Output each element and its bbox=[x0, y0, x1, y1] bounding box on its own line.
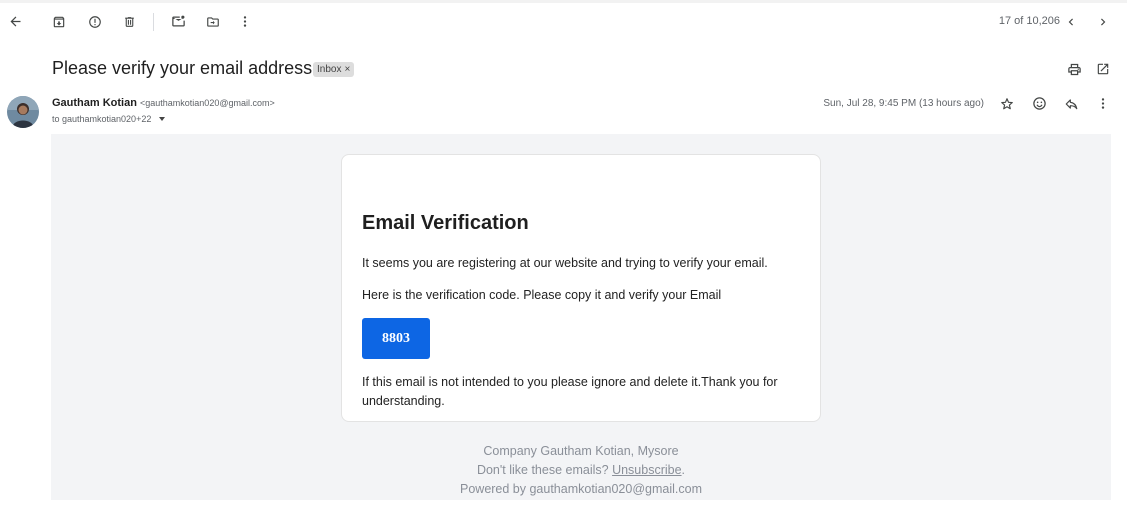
sender-email: <gauthamkotian020@gmail.com> bbox=[140, 98, 275, 108]
recipients-line[interactable]: to gauthamkotian020+22 bbox=[52, 114, 166, 124]
emoji-reaction-icon[interactable] bbox=[1032, 96, 1047, 111]
sender-line: Gautham Kotian <gauthamkotian020@gmail.c… bbox=[52, 97, 275, 109]
sender-name[interactable]: Gautham Kotian bbox=[52, 97, 137, 109]
intro-paragraph: It seems you are registering at our webs… bbox=[362, 256, 768, 270]
footer-unsubscribe-line: Don't like these emails? Unsubscribe. bbox=[51, 461, 1111, 480]
chevron-right-icon[interactable] bbox=[1096, 15, 1110, 29]
footer-powered-by: Powered by gauthamkotian020@gmail.com bbox=[460, 482, 702, 496]
message-more-icon[interactable] bbox=[1096, 96, 1110, 111]
back-arrow-icon[interactable] bbox=[8, 14, 23, 29]
remove-label-icon[interactable]: × bbox=[344, 64, 350, 75]
email-footer: Company Gautham Kotian, Mysore Don't lik… bbox=[51, 442, 1111, 499]
toolbar-divider bbox=[153, 13, 154, 31]
inbox-label-text: Inbox bbox=[317, 64, 342, 75]
verification-card: Email Verification It seems you are regi… bbox=[341, 154, 821, 422]
footer-company: Company Gautham Kotian, Mysore bbox=[483, 444, 679, 458]
report-spam-icon[interactable] bbox=[88, 15, 102, 29]
email-body: Email Verification It seems you are regi… bbox=[51, 134, 1111, 500]
avatar[interactable] bbox=[7, 96, 39, 128]
delete-icon[interactable] bbox=[123, 15, 136, 29]
open-in-new-window-icon[interactable] bbox=[1096, 62, 1110, 76]
email-subject: Please verify your email address bbox=[52, 58, 313, 78]
mark-unread-icon[interactable] bbox=[171, 14, 186, 29]
recipients-text: to gauthamkotian020+22 bbox=[52, 114, 152, 124]
footer-dont-like: Don't like these emails? bbox=[476, 463, 609, 477]
verification-code-button[interactable]: 8803 bbox=[362, 318, 430, 359]
archive-icon[interactable] bbox=[52, 15, 66, 29]
more-vert-icon[interactable] bbox=[238, 14, 252, 29]
top-border bbox=[0, 0, 1127, 3]
star-icon[interactable] bbox=[1000, 97, 1014, 111]
footer-period: . bbox=[681, 463, 686, 477]
move-to-icon[interactable] bbox=[206, 15, 220, 29]
pager-count: 17 of 10,206 bbox=[998, 15, 1060, 27]
disclaimer-paragraph: If this email is not intended to you ple… bbox=[362, 375, 778, 408]
email-heading: Email Verification bbox=[362, 212, 529, 234]
code-instruction: Here is the verification code. Please co… bbox=[362, 288, 722, 302]
inbox-label-chip[interactable]: Inbox × bbox=[313, 62, 355, 77]
unsubscribe-link[interactable]: Unsubscribe bbox=[612, 463, 681, 477]
reply-icon[interactable] bbox=[1064, 97, 1079, 111]
chevron-left-icon[interactable] bbox=[1064, 15, 1078, 29]
message-date: Sun, Jul 28, 9:45 PM (13 hours ago) bbox=[823, 98, 984, 109]
print-icon[interactable] bbox=[1067, 62, 1082, 77]
recipients-dropdown-icon[interactable] bbox=[159, 117, 166, 121]
